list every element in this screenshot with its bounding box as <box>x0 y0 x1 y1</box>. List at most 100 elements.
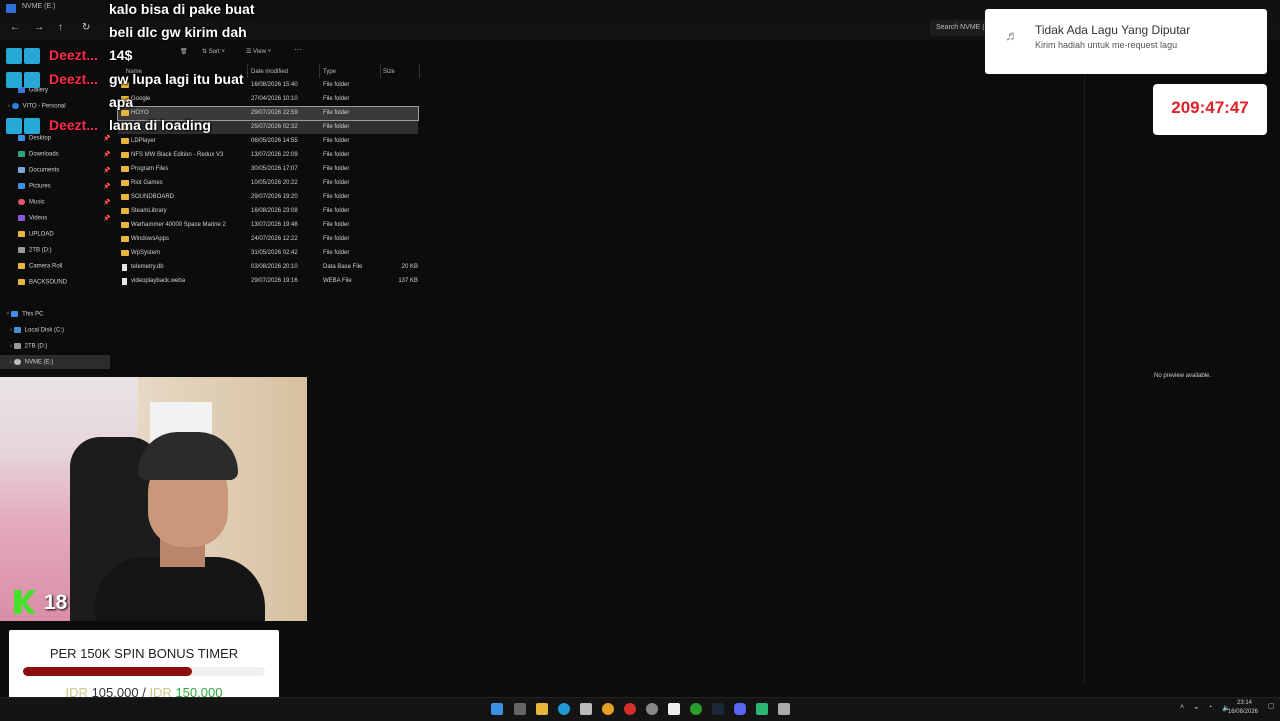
sidebar-item-label: Desktop <box>29 135 52 142</box>
sidebar-item-2tb-d[interactable]: 2TB (D:) <box>18 247 52 254</box>
file-name: Google <box>131 96 151 102</box>
back-icon[interactable]: ← <box>10 22 20 33</box>
column-divider[interactable] <box>319 64 320 78</box>
file-row[interactable]: SOUNDBOARD 29/07/2026 19:20 File folder <box>118 191 418 204</box>
file-date: 16/08/2026 15:40 <box>251 82 298 88</box>
delete-icon[interactable]: 🗑 <box>180 48 188 55</box>
view-button[interactable]: ☰ View ˅ <box>246 48 271 55</box>
music-icon <box>18 199 25 205</box>
app-icon[interactable] <box>668 703 680 715</box>
column-divider[interactable] <box>380 64 381 78</box>
file-row[interactable]: telemetry.db 03/08/2026 20:10 Data Base Fi… <box>118 261 418 274</box>
file-row[interactable]: LDPlayer 06/05/2026 14:55 File folder <box>118 135 418 148</box>
discord-icon[interactable] <box>734 703 746 715</box>
sort-button[interactable]: ⇅ Sort ˅ <box>202 48 225 55</box>
sidebar-item-this-pc[interactable]: ˅ This PC <box>6 311 44 318</box>
folder-icon <box>18 279 25 285</box>
notification-icon[interactable]: ▢ <box>1268 702 1275 710</box>
more-options-button[interactable]: ··· <box>294 45 302 54</box>
sidebar-item-nvme-e[interactable]: › NVME (E:) <box>10 359 53 366</box>
file-type: File folder <box>323 96 350 102</box>
sidebar-item-backsound[interactable]: BACKSOUND <box>18 279 67 286</box>
no-preview-text: No preview available. <box>1154 373 1212 379</box>
task-view-icon[interactable] <box>514 703 526 715</box>
sidebar-item-music[interactable]: Music <box>18 199 45 206</box>
chat-message: kalo bisa di pake buat <box>109 1 255 17</box>
sidebar-item-desktop[interactable]: Desktop <box>18 135 51 142</box>
sort-label: Sort <box>208 49 220 55</box>
app-icon[interactable] <box>756 703 768 715</box>
file-row[interactable]: WpSystem 31/05/2026 02:42 File folder <box>118 247 418 260</box>
file-row[interactable]: videoplayback.weba 29/07/2026 19:16 WEBA F… <box>118 275 418 288</box>
column-divider[interactable] <box>247 64 248 78</box>
folder-icon <box>121 194 129 200</box>
app-icon[interactable] <box>778 703 790 715</box>
sidebar-item-downloads[interactable]: Downloads <box>18 151 59 158</box>
sidebar-item-camera-roll[interactable]: Camera Roll <box>18 263 62 270</box>
wifi-icon[interactable]: ◔ <box>1208 704 1212 711</box>
column-header-date[interactable]: Date modified <box>251 69 288 75</box>
file-row[interactable]: Program Files 30/05/2026 17:07 File folder <box>118 163 418 176</box>
sidebar-item-documents[interactable]: Documents <box>18 167 59 174</box>
file-explorer-icon[interactable] <box>536 703 548 715</box>
taskbar-time[interactable]: 23:14 <box>1237 700 1252 706</box>
store-icon[interactable] <box>580 703 592 715</box>
refresh-icon[interactable]: ↻ <box>82 22 90 33</box>
chat-badge-icon <box>6 48 42 64</box>
opera-icon[interactable] <box>624 703 636 715</box>
file-date: 25/07/2026 02:32 <box>251 124 298 130</box>
file-name: Riot Games <box>131 180 163 186</box>
file-type: File folder <box>323 208 350 214</box>
sidebar-item-local-disk-c[interactable]: › Local Disk (C:) <box>10 327 64 334</box>
chrome-icon[interactable] <box>602 703 614 715</box>
file-name: WpSystem <box>131 250 161 256</box>
up-icon[interactable]: ↑ <box>58 22 63 33</box>
chat-message: 14$ <box>109 47 133 63</box>
file-name: NFS MW Black Edition - Redux V3 <box>131 152 224 158</box>
file-row[interactable]: SteamLibrary 16/08/2026 23:08 File folder <box>118 205 418 218</box>
file-date: 06/05/2026 14:55 <box>251 138 298 144</box>
steam-icon[interactable] <box>712 703 724 715</box>
chat-username: Deezt... <box>49 117 99 133</box>
sidebar-item-upload[interactable]: UPLOAD <box>18 231 54 238</box>
column-header-type[interactable]: Type <box>323 69 336 75</box>
command-bar: 🗑 ⇅ Sort ˅ ☰ View ˅ ··· <box>110 44 420 60</box>
folder-icon <box>121 152 129 158</box>
edge-icon[interactable] <box>558 703 570 715</box>
music-subtitle: Kirim hadiah untuk me-request lagu <box>1035 40 1178 50</box>
file-row[interactable]: Warhammer 40000 Space Marine 2 13/07/2026… <box>118 219 418 232</box>
sidebar-item-label: Gallery <box>29 87 49 94</box>
file-icon <box>122 278 127 285</box>
taskbar-date[interactable]: 16/08/2026 <box>1228 709 1258 715</box>
column-divider[interactable] <box>419 64 420 78</box>
sidebar-item-videos[interactable]: Videos <box>18 215 47 222</box>
file-type: File folder <box>323 194 350 200</box>
file-name: videoplayback.weba <box>131 278 186 284</box>
xbox-icon[interactable] <box>690 703 702 715</box>
sidebar-item-2tb-d-drive[interactable]: › 2TB (D:) <box>10 343 47 350</box>
file-row[interactable]: Google 27/04/2026 10:10 File folder <box>118 93 418 106</box>
video-icon <box>18 215 25 221</box>
view-label: View <box>253 49 266 55</box>
document-icon <box>18 167 25 173</box>
column-header-size[interactable]: Size <box>383 69 395 75</box>
obs-icon[interactable] <box>646 703 658 715</box>
drive-icon <box>13 343 21 349</box>
sidebar-item-onedrive[interactable]: › VITO - Personal <box>8 103 66 110</box>
file-name: telemetry.db <box>131 264 164 270</box>
file-date: 29/07/2026 19:20 <box>251 194 298 200</box>
sidebar-item-pictures[interactable]: Pictures <box>18 183 51 190</box>
tray-chevron-icon[interactable]: ˄ <box>1180 704 1184 711</box>
start-icon[interactable] <box>491 703 503 715</box>
file-type: File folder <box>323 138 350 144</box>
file-row[interactable]: NFS MW Black Edition - Redux V3 13/07/202… <box>118 149 418 162</box>
forward-icon[interactable]: → <box>34 22 44 33</box>
file-row[interactable]: WindowsApps 24/07/2026 12:22 File folder <box>118 233 418 246</box>
chat-username: Deezt... <box>49 47 99 63</box>
file-name: Warhammer 40000 Space Marine 2 <box>131 222 226 228</box>
window-title: NVME (E:) <box>22 3 56 10</box>
sidebar-item-label: 2TB (D:) <box>29 247 52 254</box>
network-icon[interactable]: ⌁ <box>1194 704 1198 712</box>
file-row[interactable]: Riot Games 10/05/2026 20:22 File folder <box>118 177 418 190</box>
chat-username: Deezt... <box>49 71 99 87</box>
